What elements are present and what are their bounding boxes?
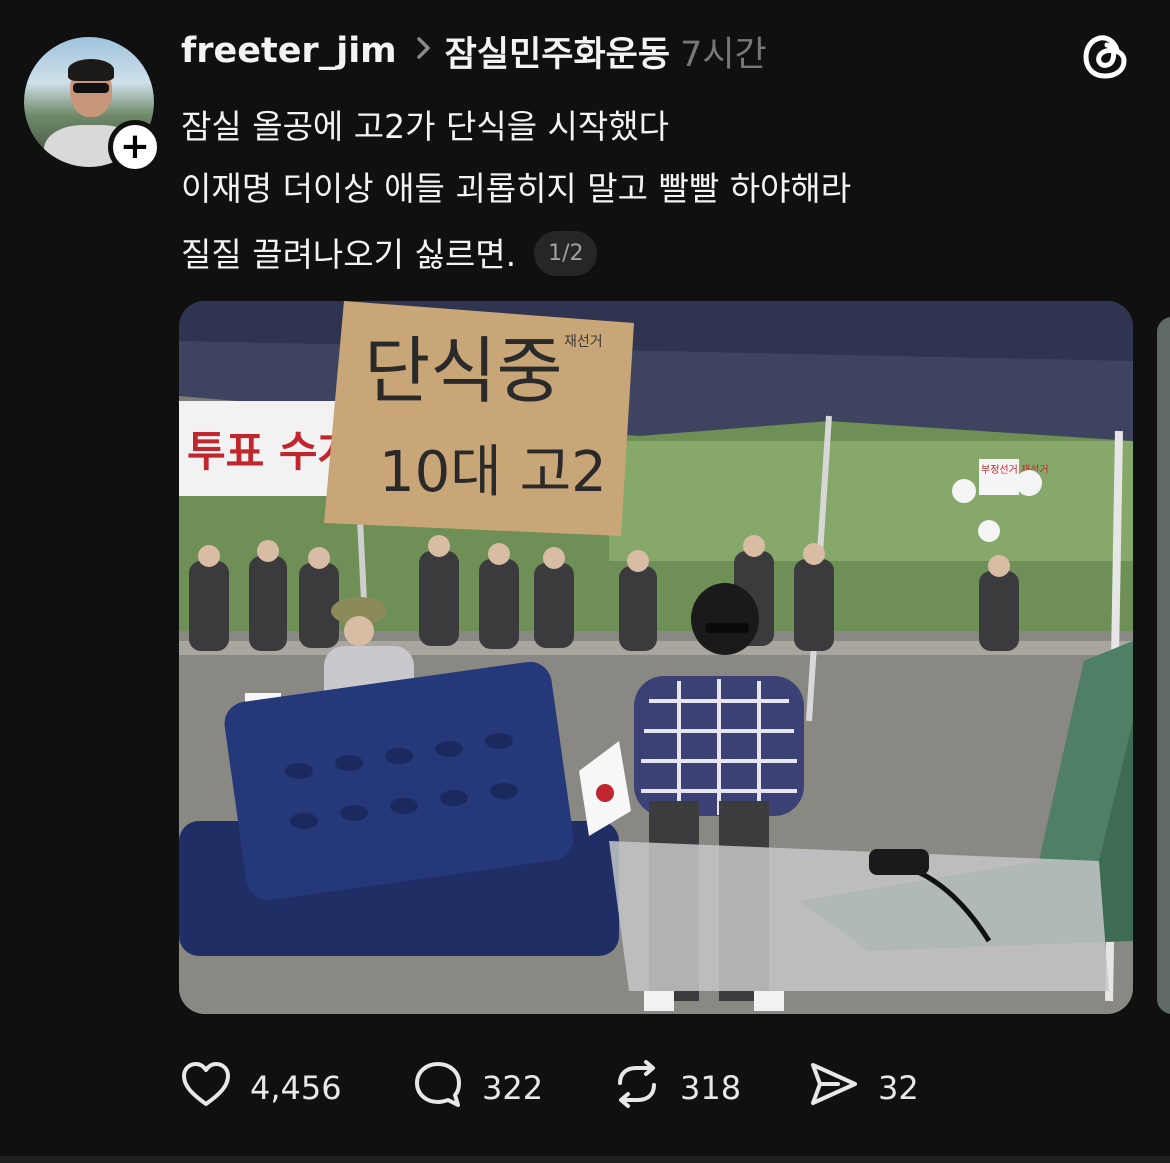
share-count: 32	[878, 1069, 919, 1107]
post-photo[interactable]: 투표 수개표 단식중 10대 고2 재선거 부정선거 재선거	[179, 301, 1133, 1014]
photo-illustration: 투표 수개표 단식중 10대 고2 재선거 부정선거 재선거	[179, 301, 1133, 1014]
chevron-right-icon	[415, 34, 433, 69]
repost-count: 318	[680, 1069, 742, 1107]
plus-icon: +	[119, 126, 151, 167]
post-header: freeter_jim 잠실민주화운동 7시간	[181, 26, 767, 76]
post-text-line-2: 이재명 더이상 애들 괴롭히지 말고 빨빨 하야해라	[181, 169, 852, 208]
threads-logo-icon[interactable]	[1080, 30, 1132, 82]
follow-button[interactable]: +	[108, 120, 162, 174]
avatar-sunglasses	[73, 83, 109, 93]
comment-button[interactable]: 322	[412, 1058, 543, 1118]
username[interactable]: freeter_jim	[181, 31, 397, 71]
repost-button[interactable]: 318	[612, 1058, 741, 1118]
comment-icon	[412, 1059, 464, 1117]
like-count: 4,456	[250, 1069, 342, 1107]
share-button[interactable]: 32	[808, 1058, 919, 1118]
photo-sign-small: 재선거	[564, 334, 603, 350]
like-button[interactable]: 4,456	[180, 1058, 342, 1118]
comment-count: 322	[482, 1069, 544, 1107]
send-icon	[808, 1059, 860, 1117]
repost-icon	[612, 1059, 662, 1117]
post-time: 7시간	[680, 34, 767, 75]
bottom-divider	[0, 1156, 1170, 1163]
avatar-hair	[68, 59, 114, 81]
image-pager-badge: 1/2	[534, 231, 598, 276]
post-text-line-3-content: 질질 끌려나오기 싫르면.	[181, 235, 517, 274]
community-name[interactable]: 잠실민주화운동	[445, 26, 670, 77]
post-text-line-1: 잠실 올공에 고2가 단식을 시작했다	[181, 107, 669, 146]
action-bar: 4,456 322 318 32	[0, 1058, 1170, 1118]
photo-sign-line1: 단식중	[364, 329, 563, 413]
post-text-line-3: 질질 끌려나오기 싫르면. 1/2	[181, 228, 598, 279]
heart-icon	[180, 1060, 232, 1116]
next-photo-peek[interactable]	[1157, 317, 1170, 1014]
photo-sign-line2: 10대 고2	[379, 440, 607, 505]
